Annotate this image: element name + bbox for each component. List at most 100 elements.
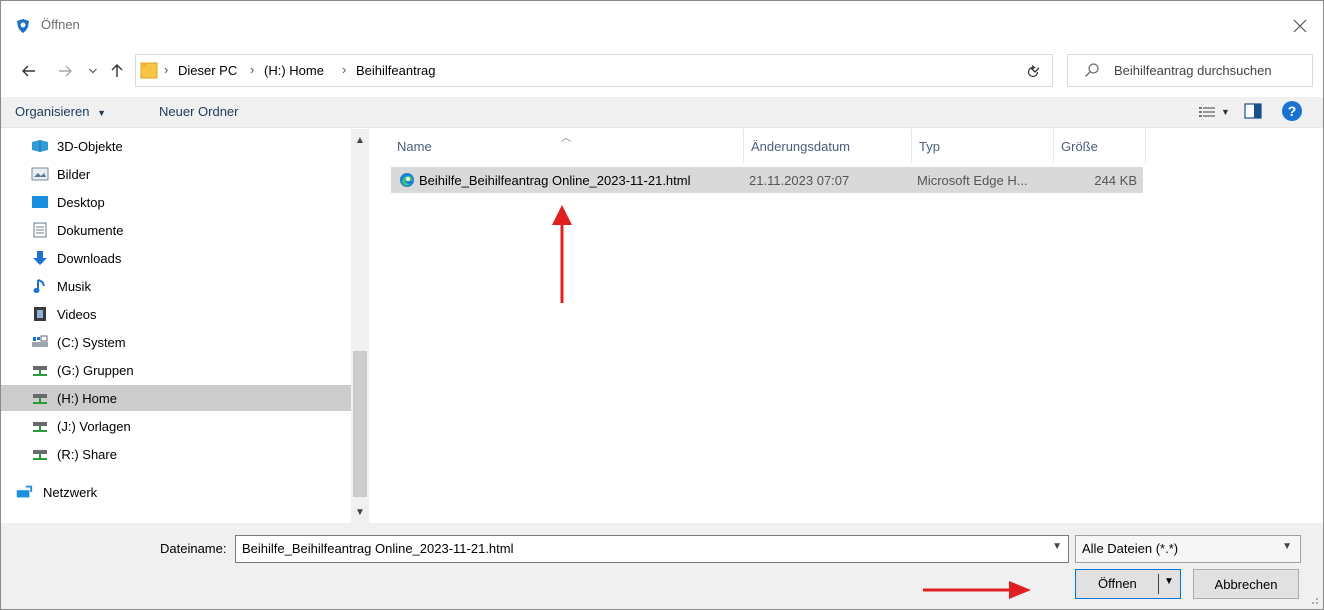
folder-icon — [140, 62, 158, 79]
organize-label: Organisieren — [15, 104, 90, 119]
details-view-icon — [1199, 107, 1215, 117]
up-button[interactable] — [107, 59, 127, 83]
scroll-up-button[interactable]: ▲ — [351, 131, 369, 149]
help-button[interactable]: ? — [1282, 101, 1302, 121]
organize-menu-button[interactable]: Organisieren ▼ — [15, 104, 106, 119]
open-button[interactable]: Öffnen ▼ — [1075, 569, 1181, 599]
column-header-label: Größe — [1061, 139, 1098, 154]
nav-item-label: (J:) Vorlagen — [57, 419, 131, 434]
network-icon — [15, 484, 33, 500]
nav-item-j-vorlagen[interactable]: (J:) Vorlagen — [1, 413, 351, 439]
view-options-button[interactable]: ▼ — [1199, 102, 1235, 122]
nav-item-pictures[interactable]: Bilder — [1, 161, 351, 187]
navigation-pane: 3D-Objekte Bilder Desktop Dokumente Down… — [1, 129, 369, 523]
close-button[interactable] — [1287, 13, 1313, 39]
nav-item-label: Bilder — [57, 167, 91, 182]
split-divider — [1158, 574, 1159, 594]
filter-value: Alle Dateien (*.*) — [1082, 541, 1179, 556]
scroll-down-button[interactable]: ▼ — [351, 503, 369, 521]
new-folder-button[interactable]: Neuer Ordner — [159, 104, 238, 119]
nav-item-3d-objects[interactable]: 3D-Objekte — [1, 133, 351, 159]
breadcrumb-beihilfeantrag[interactable]: Beihilfeantrag — [356, 63, 436, 78]
nav-item-label: Musik — [57, 279, 91, 294]
chevron-right-icon: › — [164, 62, 169, 77]
chevron-down-icon[interactable]: ▼ — [1052, 541, 1062, 552]
file-name: Beihilfe_Beihilfeantrag Online_2023-11-2… — [419, 173, 691, 188]
resize-grip-icon[interactable] — [1309, 595, 1319, 605]
caret-down-icon[interactable]: ▼ — [1164, 576, 1174, 587]
breadcrumb-home[interactable]: (H:) Home — [264, 63, 324, 78]
nav-item-label: 3D-Objekte — [57, 139, 123, 154]
network-drive-icon — [31, 390, 49, 406]
column-header-name[interactable]: Name — [389, 129, 744, 163]
cancel-button[interactable]: Abbrechen — [1193, 569, 1299, 599]
downloads-icon — [31, 250, 49, 266]
forward-arrow-icon — [59, 65, 72, 77]
nav-item-label: Videos — [57, 307, 97, 322]
chevron-down-icon: ▼ — [355, 506, 365, 518]
nav-item-label: (C:) System — [57, 335, 126, 350]
command-toolbar: Organisieren ▼ Neuer Ordner ▼ ? — [1, 97, 1323, 128]
nav-item-g-gruppen[interactable]: (G:) Gruppen — [1, 357, 351, 383]
refresh-button[interactable] — [1021, 61, 1045, 83]
music-icon — [31, 278, 49, 294]
column-header-date[interactable]: Änderungsdatum — [743, 129, 912, 163]
scrollbar-thumb[interactable] — [353, 351, 367, 497]
network-drive-icon — [31, 418, 49, 434]
nav-item-label: Netzwerk — [43, 485, 98, 500]
file-row[interactable]: Beihilfe_Beihilfeantrag Online_2023-11-2… — [391, 167, 1143, 193]
videos-icon — [31, 306, 49, 322]
preview-pane-icon[interactable] — [1244, 103, 1262, 119]
window-title: Öffnen — [41, 17, 80, 32]
file-list: ︿ Name Änderungsdatum Typ Größe Beihilfe… — [371, 129, 1323, 523]
column-header-label: Name — [397, 139, 432, 154]
chevron-up-icon: ▲ — [355, 134, 365, 146]
file-size: 244 KB — [1094, 173, 1137, 188]
up-arrow-icon — [111, 64, 123, 77]
recent-locations-button[interactable] — [85, 59, 101, 83]
navigation-scrollbar[interactable]: ▲ ▼ — [351, 129, 369, 523]
nav-item-label: (G:) Gruppen — [57, 363, 134, 378]
nav-item-netzwerk[interactable]: Netzwerk — [1, 479, 351, 505]
forward-button[interactable] — [53, 59, 77, 83]
address-bar[interactable]: › Dieser PC › (H:) Home › Beihilfeantrag — [135, 54, 1053, 87]
nav-item-r-share[interactable]: (R:) Share — [1, 441, 351, 467]
chevron-right-icon: › — [342, 62, 347, 77]
network-drive-icon — [31, 446, 49, 462]
title-bar: Öffnen — [1, 1, 1323, 51]
open-button-label: Öffnen — [1098, 576, 1137, 591]
nav-item-downloads[interactable]: Downloads — [1, 245, 351, 271]
filename-input[interactable]: Beihilfe_Beihilfeantrag Online_2023-11-2… — [235, 535, 1069, 563]
nav-item-label: Downloads — [57, 251, 122, 266]
caret-down-icon: ▼ — [97, 108, 106, 118]
3d-objects-icon — [31, 138, 49, 154]
chevron-down-icon — [89, 68, 97, 74]
open-file-dialog: Öffnen › Dieser PC › (H:) Home › Beihilf… — [0, 0, 1324, 610]
nav-item-label: (R:) Share — [57, 447, 117, 462]
back-button[interactable] — [17, 59, 41, 83]
file-type: Microsoft Edge H... — [917, 173, 1028, 188]
nav-item-music[interactable]: Musik — [1, 273, 351, 299]
breadcrumb-dieser-pc[interactable]: Dieser PC — [178, 63, 237, 78]
column-header-type[interactable]: Typ — [911, 129, 1054, 163]
pictures-icon — [31, 166, 49, 182]
refresh-icon — [1027, 65, 1039, 78]
caret-down-icon: ▼ — [1221, 107, 1230, 117]
close-icon — [1293, 19, 1307, 33]
search-box[interactable]: Beihilfeantrag durchsuchen — [1067, 54, 1313, 87]
nav-item-c-system[interactable]: (C:) System — [1, 329, 351, 355]
nav-item-label: Desktop — [57, 195, 105, 210]
nav-item-documents[interactable]: Dokumente — [1, 217, 351, 243]
nav-item-h-home[interactable]: (H:) Home — [1, 385, 351, 411]
search-placeholder: Beihilfeantrag durchsuchen — [1114, 63, 1272, 78]
app-shield-icon — [17, 19, 29, 33]
nav-item-videos[interactable]: Videos — [1, 301, 351, 327]
desktop-icon — [31, 194, 49, 210]
file-type-filter[interactable]: Alle Dateien (*.*) ▼ — [1075, 535, 1301, 563]
column-header-size[interactable]: Größe — [1053, 129, 1146, 163]
nav-item-label: (H:) Home — [57, 391, 117, 406]
chevron-right-icon: › — [250, 62, 255, 77]
nav-item-desktop[interactable]: Desktop — [1, 189, 351, 215]
system-drive-icon — [31, 334, 49, 350]
dialog-footer: Dateiname: Beihilfe_Beihilfeantrag Onlin… — [1, 523, 1323, 609]
